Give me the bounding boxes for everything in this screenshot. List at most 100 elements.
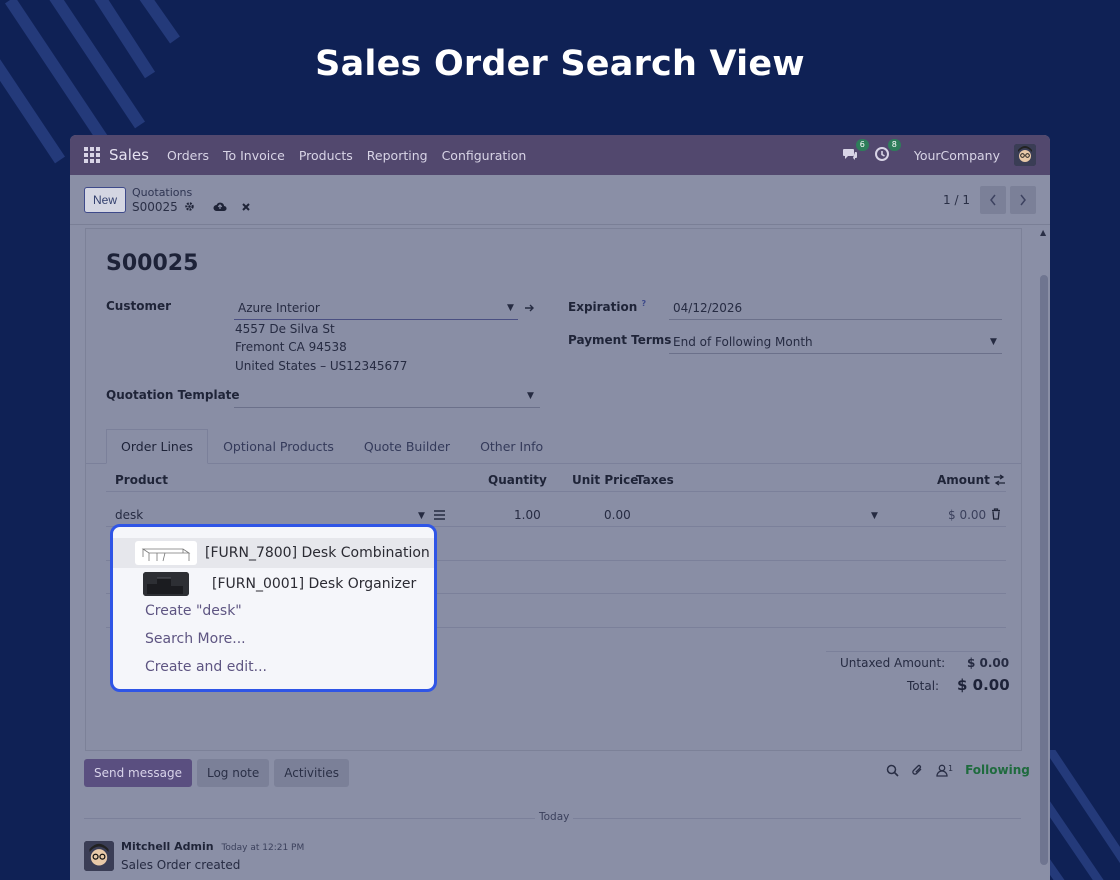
- payment-terms-label: Payment Terms: [568, 333, 672, 347]
- create-desk-option[interactable]: Create "desk": [145, 603, 242, 619]
- followers-count: 1: [948, 763, 954, 773]
- chatter-actions: 1 Following: [886, 763, 1030, 777]
- desk-organizer-thumbnail: [143, 572, 189, 596]
- tab-quote-builder[interactable]: Quote Builder: [349, 429, 465, 464]
- scroll-up-arrow-icon[interactable]: ▲: [1040, 228, 1046, 237]
- product-caret-icon[interactable]: ▼: [418, 511, 425, 521]
- nav-orders[interactable]: Orders: [167, 148, 209, 163]
- expiration-label: Expiration ?: [568, 299, 646, 314]
- desk-combination-thumbnail: [135, 541, 197, 565]
- tab-other-info[interactable]: Other Info: [465, 429, 558, 464]
- pager-value[interactable]: 1 / 1: [943, 193, 970, 207]
- apps-grid-icon[interactable]: [84, 147, 100, 163]
- product-input[interactable]: desk: [115, 508, 143, 522]
- messages-badge: 6: [855, 139, 869, 151]
- arrow-right-icon[interactable]: [524, 303, 535, 313]
- app-name[interactable]: Sales: [109, 146, 149, 164]
- total-value: $ 0.00: [957, 676, 1010, 694]
- dropdown-item-desk-combination[interactable]: [FURN_7800] Desk Combination: [113, 538, 434, 568]
- clock-icon: [874, 147, 889, 161]
- hero-title: Sales Order Search View: [315, 44, 805, 84]
- messages-button[interactable]: 6: [842, 139, 869, 164]
- following-button[interactable]: Following: [965, 763, 1030, 777]
- record-title: S00025: [106, 251, 199, 276]
- quotation-template-select[interactable]: [238, 389, 518, 403]
- payment-terms-underline: [669, 353, 1002, 354]
- activities-button[interactable]: Activities: [274, 759, 350, 787]
- company-switcher[interactable]: YourCompany: [914, 148, 1000, 163]
- today-label: Today: [535, 811, 574, 823]
- pager-previous-button[interactable]: [980, 185, 1006, 214]
- header-divider: [106, 491, 1006, 492]
- payment-terms-caret-icon[interactable]: ▼: [990, 337, 997, 347]
- desk-image-icon: [141, 548, 191, 562]
- nav-to-invoice[interactable]: To Invoice: [223, 148, 285, 163]
- log-note-button[interactable]: Log note: [196, 759, 270, 787]
- message-body: Sales Order created: [121, 858, 241, 872]
- quotation-template-caret-icon[interactable]: ▼: [527, 391, 534, 401]
- untaxed-amount-value: $ 0.00: [967, 656, 1010, 670]
- nav-products[interactable]: Products: [299, 148, 353, 163]
- tab-optional-products[interactable]: Optional Products: [208, 429, 349, 464]
- avatar-face-icon: [84, 841, 114, 871]
- dropdown-item-label: [FURN_0001] Desk Organizer: [212, 576, 417, 592]
- notebook-tabs: Order Lines Optional Products Quote Buil…: [106, 429, 558, 464]
- expiration-label-text: Expiration: [568, 300, 638, 314]
- column-header-product[interactable]: Product: [115, 473, 168, 487]
- customer-dropdown-caret-icon[interactable]: ▼: [507, 303, 514, 313]
- expiration-underline: [669, 319, 1002, 320]
- customer-input[interactable]: Azure Interior: [238, 301, 320, 315]
- pager-next-button[interactable]: [1010, 185, 1036, 214]
- quantity-input[interactable]: 1.00: [514, 508, 541, 522]
- app-window: Sales Orders To Invoice Products Reporti…: [70, 135, 1050, 880]
- product-details-list-icon[interactable]: [434, 510, 445, 520]
- new-button[interactable]: New: [84, 186, 127, 213]
- send-message-button[interactable]: Send message: [84, 759, 192, 787]
- tab-order-lines[interactable]: Order Lines: [106, 429, 209, 464]
- column-header-taxes[interactable]: Taxes: [636, 473, 674, 487]
- nav-configuration[interactable]: Configuration: [442, 148, 527, 163]
- dropdown-item-desk-organizer[interactable]: [FURN_0001] Desk Organizer: [113, 569, 434, 599]
- message-author: Mitchell Admin Today at 12:21 PM: [121, 840, 304, 853]
- create-and-edit-option[interactable]: Create and edit...: [145, 659, 267, 675]
- activities-button[interactable]: 8: [874, 139, 901, 164]
- expiration-help-icon[interactable]: ?: [641, 299, 646, 308]
- decorative-stripes-bottom-right: [1040, 750, 1120, 880]
- expiration-input[interactable]: 04/12/2026: [673, 301, 742, 315]
- discard-x-icon[interactable]: [241, 202, 251, 212]
- unit-price-input[interactable]: 0.00: [604, 508, 631, 522]
- address-line-3: United States – US12345677: [235, 359, 408, 373]
- quotation-template-label: Quotation Template: [106, 388, 240, 402]
- breadcrumb: Quotations S00025: [132, 186, 251, 214]
- search-icon[interactable]: [886, 764, 899, 777]
- chat-bubble-icon: [842, 149, 857, 160]
- product-autocomplete-dropdown: [FURN_7800] Desk Combination [FURN_0001]…: [110, 524, 437, 692]
- customer-underline: [234, 319, 518, 320]
- column-header-amount[interactable]: Amount: [937, 473, 990, 487]
- paperclip-icon[interactable]: [911, 764, 924, 777]
- column-header-quantity[interactable]: Quantity: [488, 473, 547, 487]
- customer-label: Customer: [106, 299, 172, 313]
- scrollbar-thumb[interactable]: [1040, 275, 1048, 865]
- column-header-unit-price[interactable]: Unit Price: [572, 473, 638, 487]
- control-panel: New Quotations S00025 1 / 1: [70, 175, 1050, 225]
- payment-terms-select[interactable]: End of Following Month: [673, 335, 813, 349]
- breadcrumb-parent[interactable]: Quotations: [132, 186, 251, 200]
- gear-icon[interactable]: [184, 201, 195, 212]
- organizer-image-icon: [143, 572, 189, 596]
- quotation-template-underline: [234, 407, 540, 408]
- chatter-toolbar: Send message Log note Activities: [84, 759, 350, 787]
- user-avatar[interactable]: [1014, 144, 1036, 166]
- taxes-caret-icon[interactable]: ▼: [871, 511, 878, 521]
- total-label: Total:: [907, 679, 940, 693]
- nav-reporting[interactable]: Reporting: [367, 148, 428, 163]
- followers-button[interactable]: 1: [936, 764, 953, 777]
- optional-columns-toggle-icon[interactable]: [993, 474, 1006, 486]
- search-more-option[interactable]: Search More...: [145, 631, 246, 647]
- totals-divider: [826, 651, 1001, 652]
- untaxed-amount-label: Untaxed Amount:: [840, 656, 946, 670]
- message-author-name[interactable]: Mitchell Admin: [121, 840, 214, 853]
- trash-icon[interactable]: [991, 508, 1001, 520]
- avatar-face-icon: [1014, 144, 1036, 166]
- cloud-upload-icon[interactable]: [213, 201, 227, 212]
